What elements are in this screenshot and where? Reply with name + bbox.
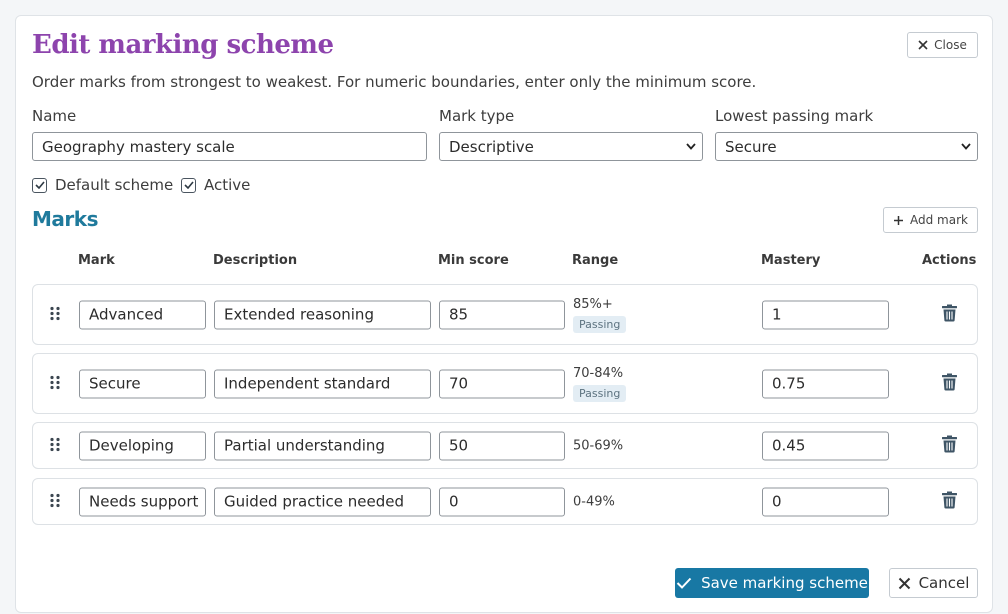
checkmark-icon [183,181,194,189]
chevron-down-icon [686,143,696,150]
range-cell: 0-49% [573,494,615,509]
checkmark-icon [34,181,45,189]
drag-handle-icon[interactable] [50,436,60,455]
lowest-passing-label: Lowest passing mark [715,107,874,125]
mark-input[interactable]: Secure [79,369,206,398]
column-header-mastery: Mastery [761,253,821,268]
lowest-passing-select[interactable]: Secure [715,132,978,161]
default-scheme-box[interactable] [32,177,47,193]
trash-icon[interactable] [942,304,957,325]
min-score-input[interactable]: 0 [439,487,565,516]
mastery-input[interactable]: 1 [762,300,889,329]
mark-input[interactable]: Advanced [79,300,206,329]
checkmark-icon [676,577,692,589]
name-label: Name [32,107,77,125]
drag-handle-icon[interactable] [50,305,60,324]
save-button-label: Save marking scheme [701,574,868,592]
default-scheme-label: Default scheme [55,176,174,194]
edit-marking-scheme-dialog: Edit marking scheme Close Order marks fr… [15,15,993,613]
description-input[interactable]: Independent standard [214,369,431,398]
range-cell: 70-84% Passing [573,365,627,402]
column-header-mark: Mark [78,253,115,268]
active-box[interactable] [181,177,196,193]
min-score-input[interactable]: 70 [439,369,565,398]
cancel-button-label: Cancel [918,574,970,592]
drag-handle-icon[interactable] [50,374,60,393]
mastery-input[interactable]: 0 [762,487,889,516]
mark-input[interactable]: Developing [79,431,206,460]
range-text: 50-69% [573,438,624,453]
mark-row: Advanced Extended reasoning 85 85%+ Pass… [32,284,978,345]
description-input[interactable]: Guided practice needed [214,487,431,516]
min-score-input[interactable]: 50 [439,431,565,460]
range-text: 0-49% [573,494,615,509]
default-scheme-checkbox[interactable]: Default scheme [32,176,173,194]
mark-type-label: Mark type [439,107,515,125]
name-input[interactable]: Geography mastery scale [32,132,427,161]
column-header-range: Range [572,253,619,268]
column-header-min-score: Min score [438,253,509,268]
close-icon [898,577,910,589]
add-mark-label: Add mark [910,213,968,227]
marks-heading: Marks [32,207,98,231]
min-score-input[interactable]: 85 [439,300,565,329]
active-checkbox[interactable]: Active [181,176,250,194]
mark-row: Needs support Guided practice needed 0 0… [32,478,978,525]
drag-handle-icon[interactable] [50,492,60,511]
close-button-label: Close [934,38,967,52]
active-label: Active [204,176,251,194]
dialog-title: Edit marking scheme [32,30,334,60]
save-marking-scheme-button[interactable]: Save marking scheme [675,568,869,598]
close-icon [918,40,928,50]
trash-icon[interactable] [942,491,957,512]
add-mark-button[interactable]: Add mark [883,207,978,233]
mark-type-value: Descriptive [449,137,534,156]
range-cell: 85%+ Passing [573,296,627,333]
chevron-down-icon [961,143,971,150]
mastery-input[interactable]: 0.45 [762,431,889,460]
mark-row: Secure Independent standard 70 70-84% Pa… [32,353,978,414]
trash-icon[interactable] [942,373,957,394]
passing-badge: Passing [573,315,627,333]
description-input[interactable]: Partial understanding [214,431,431,460]
cancel-button[interactable]: Cancel [889,568,978,598]
column-header-actions: Actions [922,253,977,268]
dialog-subtitle: Order marks from strongest to weakest. F… [32,73,757,91]
mark-type-select[interactable]: Descriptive [439,132,703,161]
passing-badge: Passing [573,384,627,402]
close-button[interactable]: Close [907,32,978,58]
range-text: 85%+ [573,296,613,312]
description-input[interactable]: Extended reasoning [214,300,431,329]
plus-icon [894,215,903,225]
column-header-description: Description [213,253,298,268]
trash-icon[interactable] [942,435,957,456]
range-text: 70-84% [573,365,624,381]
range-cell: 50-69% [573,438,623,453]
mark-row: Developing Partial understanding 50 50-6… [32,422,978,469]
mark-input[interactable]: Needs support [79,487,206,516]
lowest-passing-value: Secure [725,137,777,156]
mastery-input[interactable]: 0.75 [762,369,889,398]
